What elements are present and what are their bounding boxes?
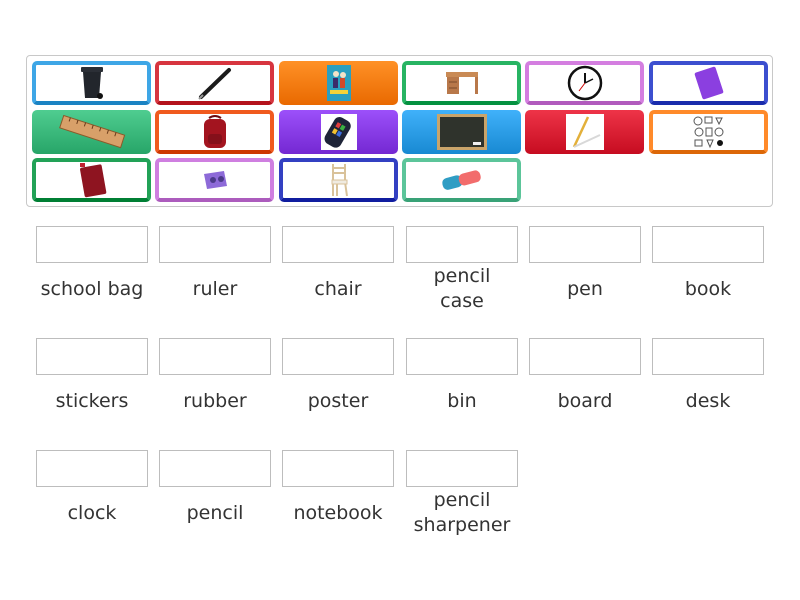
notebook-icon (692, 65, 726, 101)
drop-zone[interactable] (282, 450, 394, 487)
trash-bin-icon (79, 65, 105, 101)
drop-zone[interactable] (159, 338, 271, 375)
drop-zone[interactable] (652, 226, 764, 263)
stickers-icon (690, 114, 727, 150)
draggable-card[interactable] (279, 110, 398, 154)
ruler-icon (57, 114, 127, 150)
drop-zone-label: ruler (192, 278, 238, 300)
drop-zone-label: desk (685, 390, 731, 412)
draggable-card[interactable] (155, 110, 274, 154)
drop-zone[interactable] (652, 338, 764, 375)
drop-zone[interactable] (282, 226, 394, 263)
drop-zone-label: notebook (293, 502, 383, 524)
clock-icon (567, 65, 603, 101)
drop-zone-label: pencil case (433, 265, 491, 312)
drop-zone[interactable] (529, 338, 641, 375)
draggable-card[interactable] (402, 61, 521, 105)
draggable-card[interactable] (402, 158, 521, 202)
draggable-card[interactable] (649, 61, 768, 105)
draggable-card[interactable] (279, 158, 398, 202)
drop-zone[interactable] (159, 226, 271, 263)
draggable-card[interactable] (155, 158, 274, 202)
draggable-card[interactable] (32, 158, 151, 202)
rubber-icon (439, 167, 485, 193)
pen-icon (195, 66, 235, 100)
draggable-card[interactable] (525, 61, 644, 105)
drop-zone-label: bin (447, 390, 477, 412)
drop-zone[interactable] (282, 338, 394, 375)
drop-zone-label: pen (567, 278, 603, 300)
draggable-card[interactable] (32, 110, 151, 154)
drop-zone[interactable] (406, 450, 518, 487)
drop-zone[interactable] (36, 450, 148, 487)
board-icon (436, 114, 487, 150)
pencil-case-icon (320, 114, 357, 150)
draggable-card[interactable] (402, 110, 521, 154)
drop-zone-label: stickers (55, 390, 129, 412)
drop-zone-label: school bag (40, 278, 144, 300)
drop-zone-label: chair (314, 278, 362, 300)
pencil-icon (565, 114, 604, 150)
drop-zone[interactable] (36, 338, 148, 375)
school-bag-icon (200, 114, 230, 150)
drop-zone-label: clock (67, 502, 117, 524)
chair-icon (328, 162, 350, 198)
drop-zone-label: book (684, 278, 732, 300)
draggable-card[interactable] (32, 61, 151, 105)
draggable-card[interactable] (155, 61, 274, 105)
draggable-card[interactable] (525, 110, 644, 154)
drop-zone-label: board (557, 390, 613, 412)
drop-zone-label: poster (307, 390, 369, 412)
drop-zone[interactable] (529, 226, 641, 263)
poster-icon (326, 65, 351, 101)
desk-icon (445, 70, 479, 96)
pencil-sharpener-icon (200, 168, 230, 192)
drop-zone-label: pencil sharpener (413, 489, 511, 536)
drop-zone[interactable] (159, 450, 271, 487)
drop-zone-label: rubber (183, 390, 247, 412)
drop-zone[interactable] (406, 226, 518, 263)
book-icon (75, 162, 109, 198)
drop-zone[interactable] (36, 226, 148, 263)
drop-zone[interactable] (406, 338, 518, 375)
drop-zone-label: pencil (186, 502, 244, 524)
draggable-card[interactable] (279, 61, 398, 105)
draggable-card[interactable] (649, 110, 768, 154)
